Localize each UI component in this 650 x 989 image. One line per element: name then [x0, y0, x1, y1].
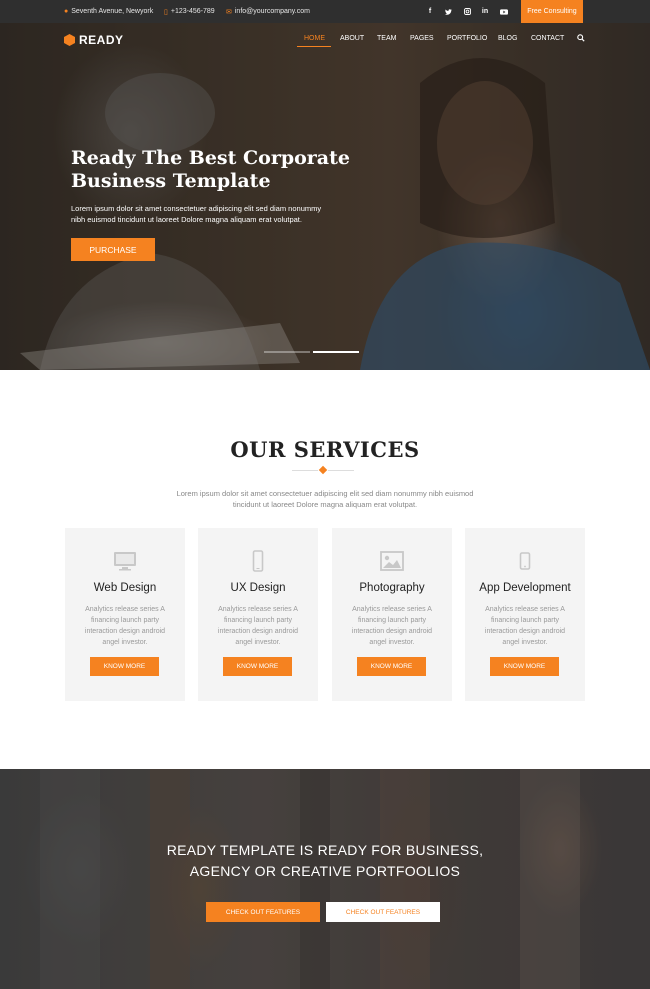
facebook-icon[interactable]: f — [423, 0, 437, 23]
email-text[interactable]: info@yourcompany.com — [235, 8, 310, 15]
title-divider-diamond — [318, 465, 328, 475]
email-info[interactable]: ✉ info@yourcompany.com — [226, 0, 310, 23]
nav-item-team[interactable]: TEAM — [377, 35, 396, 42]
free-consulting-button[interactable]: Free Consulting — [521, 0, 583, 23]
card-description: Analytics release series A financing lau… — [217, 606, 299, 646]
free-consulting-label[interactable]: Free Consulting — [527, 8, 576, 15]
title-divider-left — [292, 470, 318, 471]
smartphone-icon — [465, 550, 585, 572]
twitter-icon[interactable] — [441, 0, 455, 23]
card-description: Analytics release series A financing lau… — [351, 606, 433, 646]
phone-info[interactable]: ▯ +123-456-789 — [164, 0, 215, 23]
nav-item-about[interactable]: ABOUT — [340, 35, 364, 42]
know-more-button[interactable]: KNOW MORE — [357, 657, 426, 676]
youtube-icon[interactable] — [497, 0, 511, 23]
title-divider-right — [328, 470, 354, 471]
know-more-button[interactable]: KNOW MORE — [90, 657, 159, 676]
service-card-photography: Photography Analytics release series A f… — [332, 528, 452, 701]
services-subtitle: Lorem ipsum dolor sit amet consectetuer … — [176, 489, 474, 509]
services-title: OUR SERVICES — [230, 437, 420, 462]
search-icon[interactable] — [577, 34, 585, 44]
service-card-web-design: Web Design Analytics release series A fi… — [65, 528, 185, 701]
brand-logo[interactable]: READY — [64, 33, 124, 47]
card-description: Analytics release series A financing lau… — [484, 606, 566, 646]
card-description: Analytics release series A financing lau… — [84, 606, 166, 646]
cta-section: READY TEMPLATE IS READY FOR BUSINESS, AG… — [0, 769, 650, 989]
service-card-app-development: App Development Analytics release series… — [465, 528, 585, 701]
hero-overlay — [0, 23, 650, 370]
nav-item-blog[interactable]: BLOG — [498, 35, 517, 42]
image-icon — [332, 550, 452, 572]
know-more-button[interactable]: KNOW MORE — [490, 657, 559, 676]
cta-title: READY TEMPLATE IS READY FOR BUSINESS, AG… — [0, 840, 650, 882]
slider-dot-2[interactable] — [313, 351, 359, 353]
card-title: App Development — [479, 582, 571, 594]
card-title: Web Design — [93, 582, 157, 594]
card-title: UX Design — [230, 582, 286, 594]
check-out-features-secondary-button[interactable]: CHECK OUT FEATURES — [326, 902, 440, 922]
cta-title-line-1: READY TEMPLATE IS READY FOR BUSINESS, — [166, 842, 484, 858]
monitor-icon — [65, 550, 185, 572]
phone-icon: ▯ — [164, 8, 168, 16]
hero-text: Lorem ipsum dolor sit amet consectetuer … — [71, 204, 322, 224]
know-more-button[interactable]: KNOW MORE — [223, 657, 292, 676]
top-bar: ● Seventh Avenue, Newyork ▯ +123-456-789… — [0, 0, 650, 23]
address-text: Seventh Avenue, Newyork — [71, 8, 154, 15]
envelope-icon: ✉ — [226, 8, 232, 16]
phone-text[interactable]: +123-456-789 — [171, 8, 215, 15]
map-pin-icon: ● — [64, 8, 69, 15]
purchase-button[interactable]: PURCHASE — [71, 238, 155, 261]
nav-item-pages[interactable]: PAGES — [410, 35, 434, 42]
address-info: ● Seventh Avenue, Newyork — [64, 0, 153, 23]
slider-dot-1[interactable] — [264, 351, 310, 353]
hero-slider: READY HOME ABOUT TEAM PAGES PORTFOLIO BL… — [0, 23, 650, 370]
nav-item-contact[interactable]: CONTACT — [531, 35, 564, 42]
cta-title-line-2: AGENCY OR CREATIVE PORTFOOLIOS — [189, 863, 461, 879]
nav-item-portfolio[interactable]: PORTFOLIO — [447, 35, 487, 42]
instagram-icon[interactable] — [460, 0, 474, 23]
card-title: Photography — [359, 582, 425, 594]
brand-name[interactable]: READY — [79, 33, 124, 47]
nav-active-underline — [297, 46, 331, 47]
hero-title: Ready The Best Corporate Business Templa… — [71, 147, 350, 192]
mobile-icon — [198, 550, 318, 572]
hexagon-icon — [64, 34, 75, 46]
nav-item-home[interactable]: HOME — [304, 35, 325, 42]
check-out-features-primary-button[interactable]: CHECK OUT FEATURES — [206, 902, 320, 922]
service-card-ux-design: UX Design Analytics release series A fin… — [198, 528, 318, 701]
linkedin-icon[interactable]: in — [478, 0, 492, 23]
